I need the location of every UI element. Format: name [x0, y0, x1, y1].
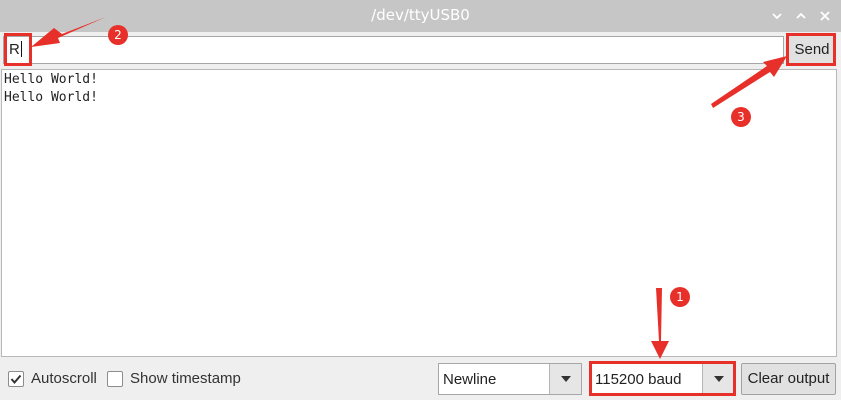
chevron-down-icon[interactable] — [768, 7, 786, 25]
window-title: /dev/ttyUSB0 — [371, 6, 470, 24]
line-ending-value: Newline — [443, 371, 497, 388]
output-line: Hello World! — [4, 72, 98, 87]
line-ending-select[interactable]: Newline — [438, 363, 582, 395]
chevron-up-icon[interactable] — [792, 7, 810, 25]
step-marker-2: 2 — [108, 25, 128, 45]
chevron-down-icon[interactable] — [702, 364, 734, 394]
autoscroll-label[interactable]: Autoscroll — [31, 370, 97, 387]
show-timestamp-label[interactable]: Show timestamp — [130, 370, 241, 387]
clear-output-button[interactable]: Clear output — [741, 363, 836, 395]
serial-input-value: R — [9, 41, 20, 58]
step-marker-1: 1 — [670, 287, 690, 307]
autoscroll-checkbox[interactable] — [8, 371, 24, 387]
step-marker-3: 3 — [731, 107, 751, 127]
baud-rate-select[interactable]: 115200 baud — [590, 363, 735, 395]
title-bar: /dev/ttyUSB0 — [0, 0, 841, 32]
show-timestamp-checkbox[interactable] — [107, 371, 123, 387]
baud-rate-value: 115200 baud — [595, 371, 682, 388]
close-icon[interactable] — [816, 7, 834, 25]
serial-output[interactable]: Hello World! Hello World! — [1, 69, 837, 357]
checkmark-icon — [10, 374, 22, 385]
chevron-down-icon[interactable] — [549, 364, 581, 394]
text-caret — [20, 41, 22, 57]
send-button[interactable]: Send — [788, 35, 836, 65]
output-line: Hello World! — [4, 90, 98, 105]
